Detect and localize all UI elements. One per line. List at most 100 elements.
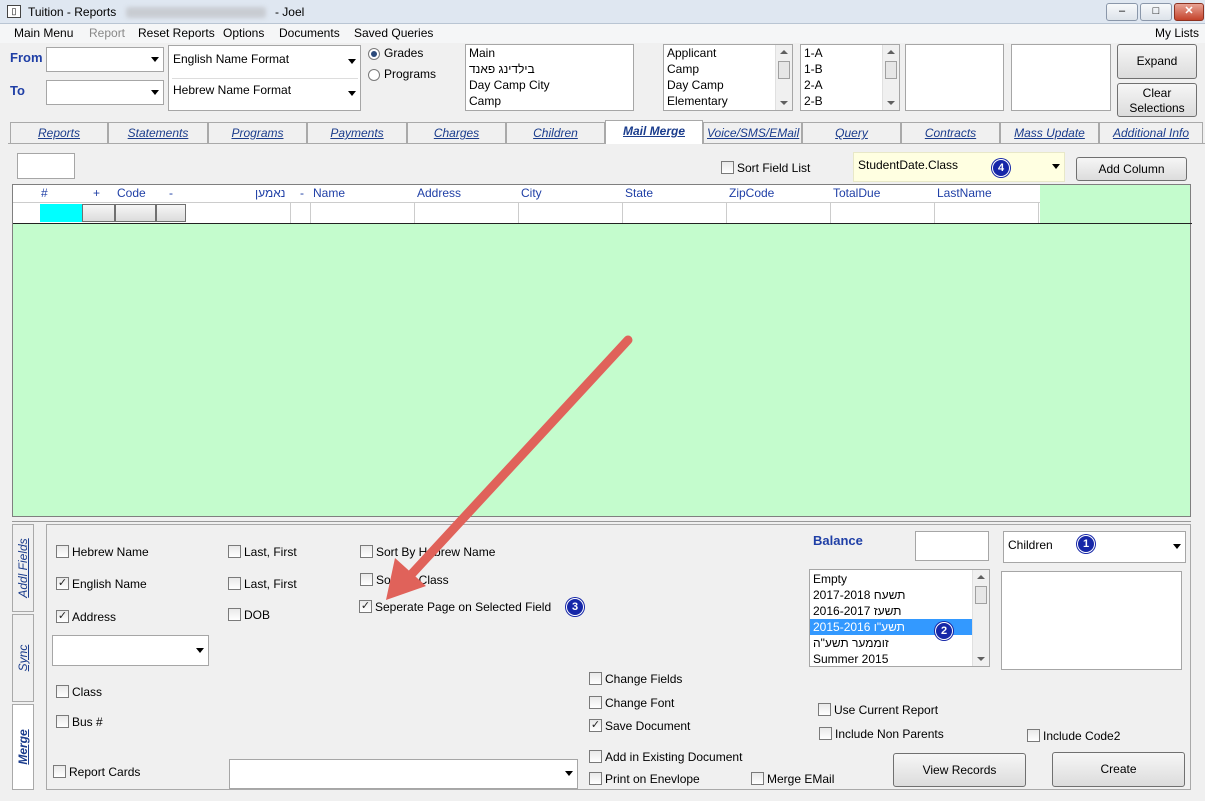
tab-mass-update[interactable]: Mass Update [1000,122,1099,143]
to-date-combo[interactable] [46,80,164,105]
balance-input[interactable] [915,531,989,561]
scroll-up-icon[interactable] [780,50,788,54]
programs-listbox[interactable]: Main בילדינג פאנד Day Camp City Camp [465,44,634,111]
close-button[interactable]: ✕ [1174,3,1204,21]
record-count-box[interactable] [17,153,75,179]
include-code2-checkbox[interactable] [1027,729,1040,742]
scroll-up-icon[interactable] [887,50,895,54]
expand-button[interactable]: Expand [1117,44,1197,79]
tab-mail-merge[interactable]: Mail Merge [605,120,703,144]
list-item[interactable]: Empty [810,571,989,587]
row-plus-button[interactable] [82,204,115,222]
scrollbar[interactable] [972,570,989,666]
col-header-dash[interactable]: - [300,185,304,202]
types-listbox[interactable]: Applicant Camp Day Camp Elementary [663,44,793,111]
row-code-button[interactable] [115,204,156,222]
list-item[interactable]: Day Camp City [466,77,633,93]
dob-checkbox[interactable] [228,608,241,621]
change-font-checkbox[interactable] [589,696,602,709]
right-listbox[interactable] [1001,571,1182,670]
save-document-checkbox[interactable]: ✓ [589,719,602,732]
list-item[interactable]: בילדינג פאנד [466,61,633,77]
classes-listbox[interactable]: 1-A 1-B 2-A 2-B [800,44,900,111]
add-existing-checkbox[interactable] [589,750,602,763]
bus-checkbox[interactable] [56,715,69,728]
menu-documents[interactable]: Documents [279,26,340,40]
menu-my-lists[interactable]: My Lists [1155,26,1199,40]
scrollbar[interactable] [882,45,899,110]
list-item[interactable]: Elementary [664,93,792,109]
menu-report[interactable]: Report [89,26,125,40]
col-header-lastname[interactable]: LastName [937,185,992,202]
menu-options[interactable]: Options [223,26,264,40]
grades-radio[interactable] [368,48,380,60]
side-tab-sync[interactable]: Sync [12,614,34,702]
last-first-checkbox-1[interactable] [228,545,241,558]
create-button[interactable]: Create [1052,752,1185,787]
col-header-num[interactable]: # [41,185,48,202]
menu-main-menu[interactable]: Main Menu [14,26,73,40]
sort-field-list-checkbox[interactable] [721,161,734,174]
menu-saved-queries[interactable]: Saved Queries [354,26,433,40]
sort-by-class-checkbox[interactable] [360,573,373,586]
list-item[interactable]: 2017-2018 תשעח [810,587,989,603]
separate-page-checkbox[interactable]: ✓ [359,600,372,613]
tab-payments[interactable]: Payments [307,122,407,143]
view-records-button[interactable]: View Records [893,753,1026,787]
add-column-button[interactable]: Add Column [1076,157,1187,181]
tab-query[interactable]: Query [802,122,901,143]
list-item[interactable]: 2016-2017 תשעז [810,603,989,619]
list-item[interactable]: Camp [664,61,792,77]
tab-reports[interactable]: Reports [10,122,108,143]
scroll-thumb[interactable] [975,586,987,604]
scrollbar[interactable] [775,45,792,110]
list-item[interactable]: זוממער תשע"ה [810,635,989,651]
col-header-zipcode[interactable]: ZipCode [729,185,774,202]
children-combo[interactable]: Children [1003,531,1186,563]
menu-reset-reports[interactable]: Reset Reports [138,26,215,40]
merge-email-checkbox[interactable] [751,772,764,785]
include-non-parents-checkbox[interactable] [819,727,832,740]
col-header-code[interactable]: Code [117,185,146,202]
list-item[interactable]: Summer 2015 [810,651,989,666]
tab-programs[interactable]: Programs [208,122,307,143]
tab-contracts[interactable]: Contracts [901,122,1000,143]
address-checkbox[interactable]: ✓ [56,610,69,623]
scroll-thumb[interactable] [885,61,897,79]
empty-listbox-1[interactable] [905,44,1004,111]
tab-voice-sms-email[interactable]: Voice/SMS/EMail [703,122,802,143]
sort-by-hebrew-checkbox[interactable] [360,545,373,558]
side-tab-merge[interactable]: Merge [12,704,34,790]
change-fields-checkbox[interactable] [589,672,602,685]
minimize-button[interactable]: – [1106,3,1138,21]
list-item[interactable]: Day Camp [664,77,792,93]
report-cards-combo[interactable] [229,759,578,789]
maximize-button[interactable]: □ [1140,3,1172,21]
english-name-checkbox[interactable]: ✓ [56,577,69,590]
col-header-totaldue[interactable]: TotalDue [833,185,880,202]
scroll-down-icon[interactable] [977,657,985,661]
col-header-address[interactable]: Address [417,185,461,202]
print-envelope-checkbox[interactable] [589,772,602,785]
merge-grid[interactable]: # + Code - נאמען - Name Address City Sta… [12,184,1192,517]
years-listbox[interactable]: Empty 2017-2018 תשעח 2016-2017 תשעז 2015… [809,569,990,667]
programs-radio[interactable] [368,69,380,81]
list-item[interactable]: Camp [466,93,633,109]
empty-listbox-2[interactable] [1011,44,1111,111]
class-checkbox[interactable] [56,685,69,698]
col-header-city[interactable]: City [521,185,542,202]
side-tab-addl-fields[interactable]: Addl Fields [12,524,34,612]
col-header-nickname[interactable]: נאמען [255,185,285,202]
scroll-thumb[interactable] [778,61,790,79]
last-first-checkbox-2[interactable] [228,577,241,590]
tab-children[interactable]: Children [506,122,605,143]
tab-charges[interactable]: Charges [407,122,506,143]
report-cards-checkbox[interactable] [53,765,66,778]
english-name-format-combo[interactable]: English Name Format [169,47,360,77]
field-select-combo[interactable] [52,635,209,666]
tab-additional-info[interactable]: Additional Info [1099,122,1203,143]
col-header-state[interactable]: State [625,185,653,202]
scroll-down-icon[interactable] [887,101,895,105]
list-item[interactable]: Main [466,45,633,61]
col-header-plus[interactable]: + [93,185,100,202]
